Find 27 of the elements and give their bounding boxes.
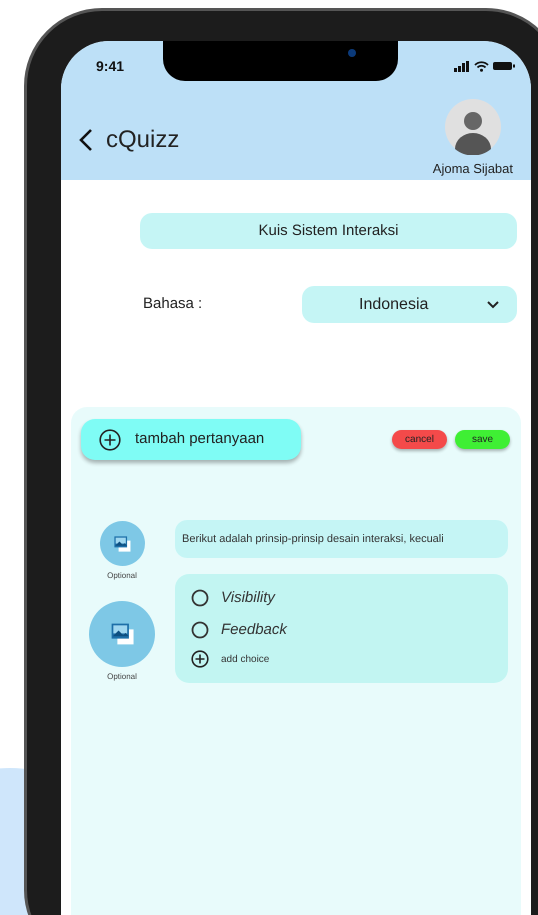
cancel-button[interactable]: cancel: [392, 430, 447, 449]
quiz-title-field[interactable]: Kuis Sistem Interaksi: [140, 213, 517, 249]
chevron-down-icon: [487, 300, 499, 308]
image-optional-label: Optional: [107, 671, 137, 683]
choice-label: Feedback: [221, 620, 287, 640]
camera-icon: [348, 49, 356, 57]
plus-circle-icon: [191, 650, 209, 668]
back-icon[interactable]: [78, 128, 94, 152]
radio-button[interactable]: [191, 589, 209, 608]
avatar-icon: [444, 99, 501, 155]
choice-label: Visibility: [221, 588, 275, 608]
wifi-icon: [474, 60, 489, 72]
image-upload-button[interactable]: [100, 521, 144, 566]
status-time: 9:41: [96, 56, 124, 76]
radio-button[interactable]: [191, 620, 209, 639]
add-question-button[interactable]: tambah pertanyaan: [81, 419, 301, 460]
add-choice-button[interactable]: add choice: [191, 650, 508, 668]
save-button[interactable]: save: [455, 430, 510, 449]
user-name: Ajoma Sijabat: [432, 160, 513, 178]
battery-icon: [493, 61, 515, 71]
question-text-field[interactable]: Berikut adalah prinsip-prinsip desain interaksi, kecuali: [175, 520, 508, 558]
app-title: cQuizz: [106, 125, 180, 155]
signal-icon: [454, 60, 470, 72]
image-optional-label: Optional: [107, 570, 137, 582]
plus-circle-icon: [99, 428, 121, 450]
language-dropdown[interactable]: Indonesia: [302, 286, 517, 323]
language-label: Bahasa :: [143, 294, 202, 314]
